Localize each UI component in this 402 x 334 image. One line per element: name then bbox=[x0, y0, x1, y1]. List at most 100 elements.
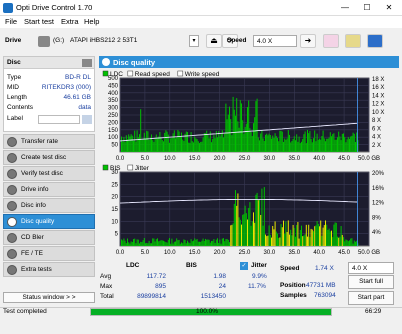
disc-info-icon bbox=[7, 201, 17, 211]
avg-key: Avg bbox=[100, 273, 112, 280]
disc-contents-val: data bbox=[78, 104, 91, 111]
bis-bar bbox=[241, 224, 242, 246]
maximize-button[interactable]: ☐ bbox=[356, 0, 378, 16]
nav-verify-test-disc[interactable]: Verify test disc bbox=[3, 166, 95, 181]
test-speed-select[interactable]: 4.0 X bbox=[348, 262, 394, 274]
disc-mid-val: RITEKDR3 (000) bbox=[41, 84, 91, 91]
ldc-bar bbox=[125, 135, 127, 152]
drive-letter: (G:) bbox=[53, 37, 65, 44]
bis-bar bbox=[283, 220, 284, 246]
nav-drive-info[interactable]: Drive info bbox=[3, 182, 95, 197]
menu-help[interactable]: Help bbox=[84, 17, 99, 26]
jitter-checkbox[interactable]: ✓ bbox=[240, 262, 248, 270]
bis-bar bbox=[351, 238, 353, 246]
ldc-bar bbox=[292, 139, 294, 152]
save-icon[interactable] bbox=[367, 34, 383, 48]
nav-cd-bler[interactable]: CD Bler bbox=[3, 230, 95, 245]
ldc-bar bbox=[242, 120, 244, 152]
bis-bar bbox=[157, 238, 158, 246]
nav-create-test-disc[interactable]: Create test disc bbox=[3, 150, 95, 165]
bis-bar bbox=[163, 240, 164, 246]
nav-extra-tests[interactable]: Extra tests bbox=[3, 262, 95, 277]
erase-icon[interactable] bbox=[323, 34, 339, 48]
bis-chart: BIS Jitter3025201510520%16%12%8%4%0.0 5.0 1… bbox=[99, 163, 399, 256]
label-edit-icon[interactable] bbox=[82, 115, 92, 124]
bis-bar bbox=[226, 238, 228, 246]
x-tick-label: 25.0 bbox=[239, 156, 251, 162]
ldc-bar bbox=[265, 134, 266, 152]
drive-info-icon bbox=[7, 185, 17, 195]
ldc-bar bbox=[203, 133, 205, 152]
x-tick-label: 5.0 bbox=[141, 156, 150, 162]
menu-extra[interactable]: Extra bbox=[61, 17, 79, 26]
minimize-button[interactable]: — bbox=[334, 0, 356, 16]
ldc-bar bbox=[191, 141, 193, 152]
bis-bar bbox=[280, 224, 282, 246]
bis-bar bbox=[207, 239, 209, 246]
bis-bar bbox=[334, 222, 336, 246]
bis-bar bbox=[158, 241, 160, 246]
bis-bar bbox=[279, 237, 281, 246]
bis-bar bbox=[284, 233, 286, 246]
drive-dropdown-icon[interactable]: ▾ bbox=[189, 35, 199, 47]
bis-bar bbox=[307, 236, 308, 246]
bis-bar bbox=[298, 238, 300, 246]
nav-transfer-rate[interactable]: Transfer rate bbox=[3, 134, 95, 149]
ldc-bar bbox=[269, 135, 271, 152]
ldc-bar bbox=[309, 130, 311, 152]
x-tick-label: 35.0 bbox=[288, 250, 300, 256]
menu-start-test[interactable]: Start test bbox=[24, 17, 54, 26]
y-tick-label: 20 bbox=[111, 195, 118, 201]
nav-fe-te[interactable]: FE / TE bbox=[3, 246, 95, 261]
y2-tick-label: 2 X bbox=[372, 143, 381, 149]
start-full-button[interactable]: Start full bbox=[348, 275, 394, 289]
ldc-bar bbox=[285, 139, 287, 152]
ldc-bar bbox=[175, 138, 176, 152]
x-tick-label: 45.0 bbox=[338, 156, 350, 162]
ldc-bar bbox=[193, 142, 194, 152]
ldc-bar bbox=[170, 138, 172, 152]
bis-bar bbox=[208, 239, 210, 246]
ldc-bar bbox=[145, 138, 146, 152]
start-part-button[interactable]: Start part bbox=[348, 291, 394, 305]
bis-bar bbox=[295, 236, 296, 246]
bis-bar bbox=[239, 219, 241, 246]
eject-icon[interactable]: ⏏ bbox=[206, 34, 222, 48]
y-tick-label: 25 bbox=[111, 182, 118, 188]
ldc-bar bbox=[275, 136, 277, 152]
ldc-bar bbox=[201, 141, 203, 152]
bis-bar bbox=[134, 238, 136, 246]
bis-bar bbox=[214, 242, 216, 246]
y-tick-label: 150 bbox=[108, 128, 119, 134]
y2-tick-label: 16 X bbox=[372, 85, 384, 91]
nav-disc-quality[interactable]: Disc quality bbox=[3, 214, 95, 229]
close-button[interactable]: ✕ bbox=[378, 0, 400, 16]
bis-bar bbox=[227, 239, 229, 246]
bis-bar bbox=[273, 229, 275, 246]
y-tick-label: 500 bbox=[108, 76, 119, 82]
ldc-bar bbox=[290, 142, 292, 152]
menu-file[interactable]: File bbox=[5, 17, 17, 26]
bis-bar bbox=[353, 240, 355, 246]
x-tick-label: 45.0 bbox=[338, 250, 350, 256]
ldc-bar bbox=[185, 131, 187, 152]
ldc-bar bbox=[278, 141, 280, 152]
ldc-bar bbox=[139, 134, 140, 152]
arrow-right-icon[interactable]: ➜ bbox=[300, 34, 316, 48]
nav-disc-info[interactable]: Disc info bbox=[3, 198, 95, 213]
ldc-bar bbox=[211, 142, 212, 152]
disc-label-field[interactable] bbox=[38, 115, 80, 124]
ldc-bar bbox=[165, 130, 167, 152]
x-tick-label: 30.0 bbox=[264, 250, 276, 256]
ldc-bar bbox=[281, 131, 283, 152]
panel-title: Disc quality bbox=[113, 58, 156, 67]
status-window-button[interactable]: Status window > > bbox=[3, 292, 95, 303]
ldc-bar bbox=[148, 139, 150, 152]
speed-select[interactable]: 4.0 X bbox=[253, 35, 297, 47]
copy-icon[interactable] bbox=[345, 34, 361, 48]
jitter-avg: 9.9% bbox=[252, 273, 267, 280]
bis-bar bbox=[135, 243, 137, 246]
ldc-bar bbox=[283, 141, 284, 152]
disc-type-key: Type bbox=[7, 74, 22, 81]
ldc-bar bbox=[238, 127, 240, 152]
